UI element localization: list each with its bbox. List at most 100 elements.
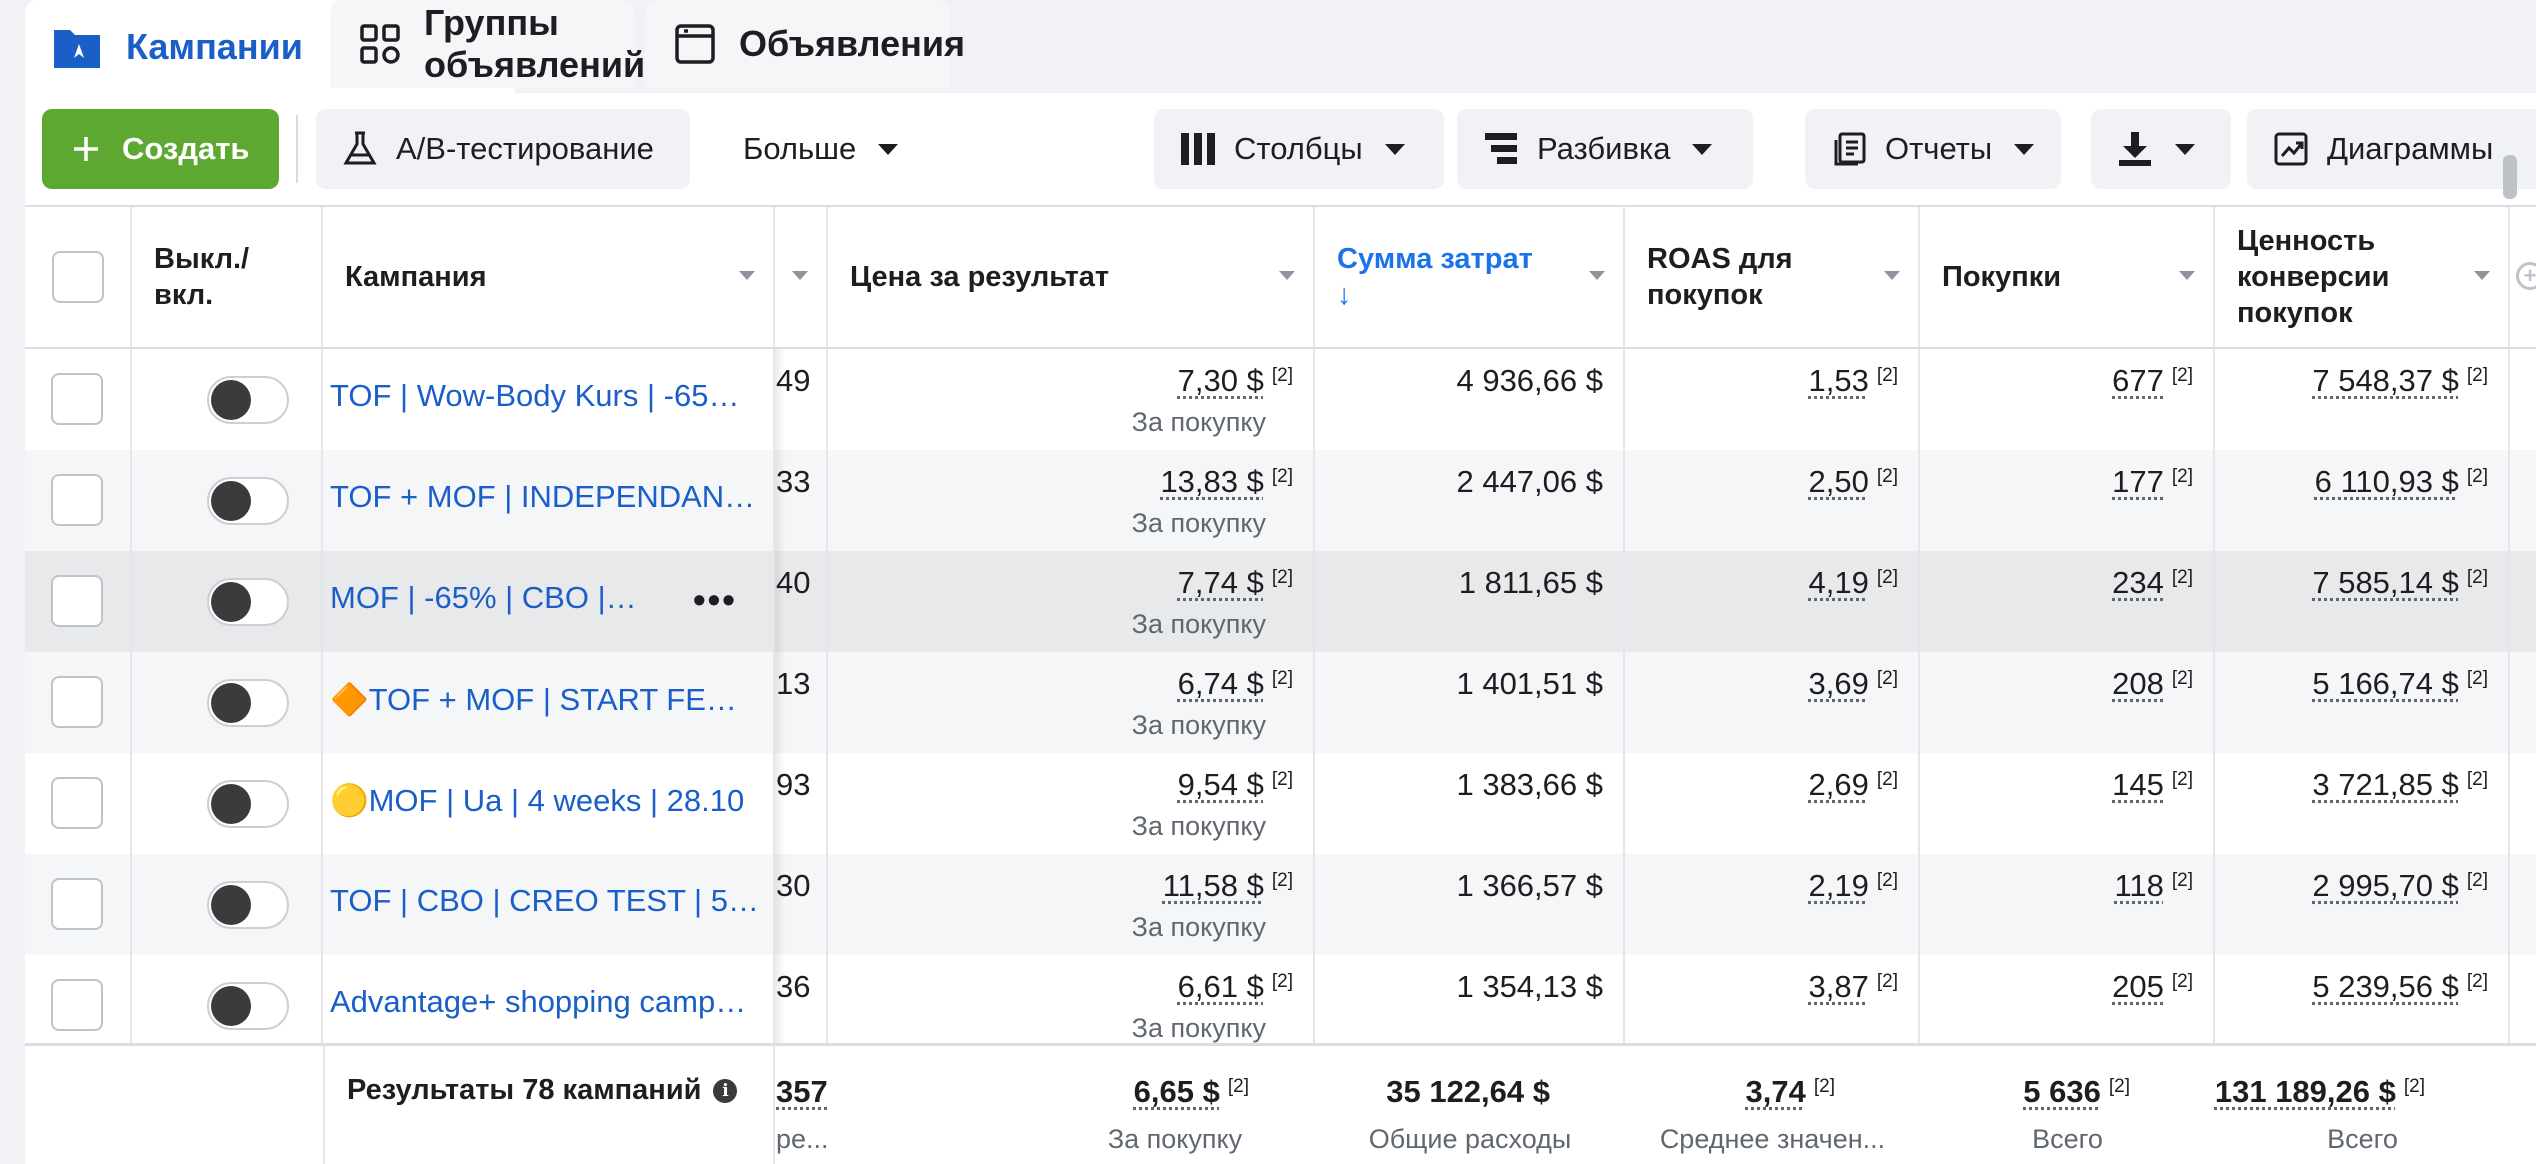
horizontal-scroll-handle[interactable] — [2503, 155, 2517, 199]
conversion-value[interactable]: 6 110,93 $ [2] — [2315, 464, 2488, 500]
roas[interactable]: 2,69 [2] — [1809, 767, 1898, 803]
row-checkbox[interactable] — [51, 373, 103, 425]
result-type-label: За покупку — [1131, 1013, 1266, 1043]
breakdown-button[interactable]: Разбивка — [1457, 109, 1753, 189]
roas[interactable]: 3,87 [2] — [1809, 969, 1898, 1005]
breakdown-icon — [1483, 131, 1519, 167]
create-button[interactable]: Создать — [42, 109, 279, 189]
conversion-value[interactable]: 7 585,14 $ [2] — [2312, 565, 2488, 601]
purchases-value: 234 — [2112, 565, 2164, 600]
campaign-toggle[interactable] — [207, 881, 289, 929]
roas[interactable]: 2,19 [2] — [1809, 868, 1898, 904]
roas[interactable]: 2,50 [2] — [1809, 464, 1898, 500]
toggle-knob — [211, 683, 251, 723]
tab-ad-sets[interactable]: Группы объявлений — [330, 0, 645, 88]
header-clipped-column[interactable] — [775, 207, 828, 347]
footnote-marker: [2] — [2403, 1076, 2425, 1097]
campaign-toggle[interactable] — [207, 679, 289, 727]
cost-per-result[interactable]: 11,58 $ [2] — [1163, 868, 1293, 904]
footnote-marker: [2] — [1876, 769, 1898, 790]
select-all-checkbox[interactable] — [52, 251, 104, 303]
footnote-marker: [2] — [1271, 769, 1293, 790]
campaign-toggle[interactable] — [207, 578, 289, 626]
conversion-value[interactable]: 3 721,85 $ [2] — [2312, 767, 2488, 803]
header-select-all[interactable] — [25, 207, 132, 347]
purchases[interactable]: 205 [2] — [2112, 969, 2193, 1005]
header-purchases[interactable]: Покупки — [1920, 207, 2215, 347]
amount-spent-value: 1 354,13 $ — [1456, 969, 1603, 1004]
campaign-name-link[interactable]: Advantage+ shopping campai... — [330, 984, 760, 1020]
cost-per-result[interactable]: 7,30 $ [2] — [1178, 363, 1293, 399]
cost-per-result[interactable]: 7,74 $ [2] — [1178, 565, 1293, 601]
footer-divider — [323, 1046, 325, 1164]
purchases[interactable]: 145 [2] — [2112, 767, 2193, 803]
campaign-name-link[interactable]: 🔶TOF + MOF | START FEOM ... — [330, 681, 760, 718]
frozen-row[interactable]: TOF | CBO | CREO TEST | 50$ |... — [25, 854, 775, 955]
campaign-toggle[interactable] — [207, 982, 289, 1030]
columns-button[interactable]: Столбцы — [1154, 109, 1444, 189]
campaigns-table: Цена за результат Сумма затрат ↓ ROAS для… — [25, 205, 2536, 1164]
campaign-toggle[interactable] — [207, 780, 289, 828]
cost-per-result[interactable]: 13,83 $ [2] — [1160, 464, 1293, 500]
campaign-toggle[interactable] — [207, 477, 289, 525]
purchases[interactable]: 677 [2] — [2112, 363, 2193, 399]
campaign-toggle[interactable] — [207, 376, 289, 424]
conversion-value[interactable]: 7 548,37 $ [2] — [2312, 363, 2488, 399]
roas[interactable]: 1,53 [2] — [1809, 363, 1898, 399]
export-button[interactable] — [2091, 109, 2231, 189]
header-cost-per-result[interactable]: Цена за результат — [828, 207, 1315, 347]
frozen-row[interactable]: TOF | Wow-Body Kurs | -65% | ... — [25, 349, 775, 450]
footer-results-label: Результаты 78 кампаний i — [347, 1074, 738, 1107]
campaign-name-link[interactable]: 🟡MOF | Ua | 4 weeks | 28.10 — [330, 782, 760, 819]
frozen-row[interactable]: TOF + MOF | INDEPENDANCE ... — [25, 450, 775, 551]
roas[interactable]: 4,19 [2] — [1809, 565, 1898, 601]
info-icon[interactable]: i — [713, 1078, 738, 1103]
row-checkbox[interactable] — [51, 474, 103, 526]
cost-per-result-value: 6,61 $ — [1177, 969, 1264, 1004]
create-label: Создать — [122, 131, 250, 166]
cost-per-result[interactable]: 6,74 $ [2] — [1178, 666, 1293, 702]
header-toggle: Выкл./ вкл. — [132, 207, 323, 347]
campaign-name-link[interactable]: TOF | Wow-Body Kurs | -65% | ... — [330, 378, 760, 414]
header-amount-spent[interactable]: Сумма затрат ↓ — [1315, 207, 1625, 347]
add-column-icon[interactable]: + — [2516, 262, 2536, 290]
footnote-marker: [2] — [2171, 769, 2193, 790]
row-checkbox[interactable] — [51, 878, 103, 930]
frozen-row[interactable]: Advantage+ shopping campai... — [25, 955, 775, 1056]
conversion-value[interactable]: 5 239,56 $ [2] — [2312, 969, 2488, 1005]
row-checkbox[interactable] — [51, 575, 103, 627]
campaign-name-link[interactable]: TOF + MOF | INDEPENDANCE ... — [330, 479, 760, 515]
purchases[interactable]: 177 [2] — [2112, 464, 2193, 500]
more-options-icon[interactable]: ••• — [693, 579, 737, 621]
purchases[interactable]: 118 [2] — [2114, 868, 2193, 904]
purchases-cell: 677 [2] — [1920, 349, 2215, 450]
frozen-row[interactable]: 🟡MOF | Ua | 4 weeks | 28.10 — [25, 753, 775, 854]
ab-test-button[interactable]: A/B-тестирование — [316, 109, 690, 189]
roas-cell: 3,69 [2] — [1625, 652, 1920, 753]
cost-per-result[interactable]: 6,61 $ [2] — [1178, 969, 1293, 1005]
charts-button[interactable]: Диаграммы — [2247, 109, 2536, 189]
campaign-name-link[interactable]: TOF | CBO | CREO TEST | 50$ |... — [330, 883, 760, 919]
header-conversion-value[interactable]: Ценность конверсии покупок — [2215, 207, 2510, 347]
roas-value: 3,69 — [1808, 666, 1869, 701]
chevron-down-icon — [2175, 143, 2195, 155]
conversion-value[interactable]: 5 166,74 $ [2] — [2312, 666, 2488, 702]
conversion-value[interactable]: 2 995,70 $ [2] — [2312, 868, 2488, 904]
frozen-row[interactable]: MOF | -65% | CBO | 5-0... ••• — [25, 551, 775, 652]
header-roas[interactable]: ROAS для покупок — [1625, 207, 1920, 347]
purchases[interactable]: 208 [2] — [2112, 666, 2193, 702]
row-checkbox[interactable] — [51, 777, 103, 829]
tab-ads[interactable]: Объявления — [645, 0, 965, 88]
reports-label: Отчеты — [1885, 131, 1993, 166]
more-button[interactable]: Больше — [717, 109, 924, 189]
row-checkbox[interactable] — [51, 979, 103, 1031]
frozen-row[interactable]: 🔶TOF + MOF | START FEOM ... — [25, 652, 775, 753]
reports-button[interactable]: Отчеты — [1805, 109, 2061, 189]
purchases[interactable]: 234 [2] — [2112, 565, 2193, 601]
campaign-name-link[interactable]: MOF | -65% | CBO | 5-0... — [330, 580, 640, 616]
roas[interactable]: 3,69 [2] — [1809, 666, 1898, 702]
header-campaign[interactable]: Кампания — [323, 207, 775, 347]
footnote-marker: [2] — [1876, 971, 1898, 992]
row-checkbox[interactable] — [51, 676, 103, 728]
cost-per-result[interactable]: 9,54 $ [2] — [1178, 767, 1293, 803]
